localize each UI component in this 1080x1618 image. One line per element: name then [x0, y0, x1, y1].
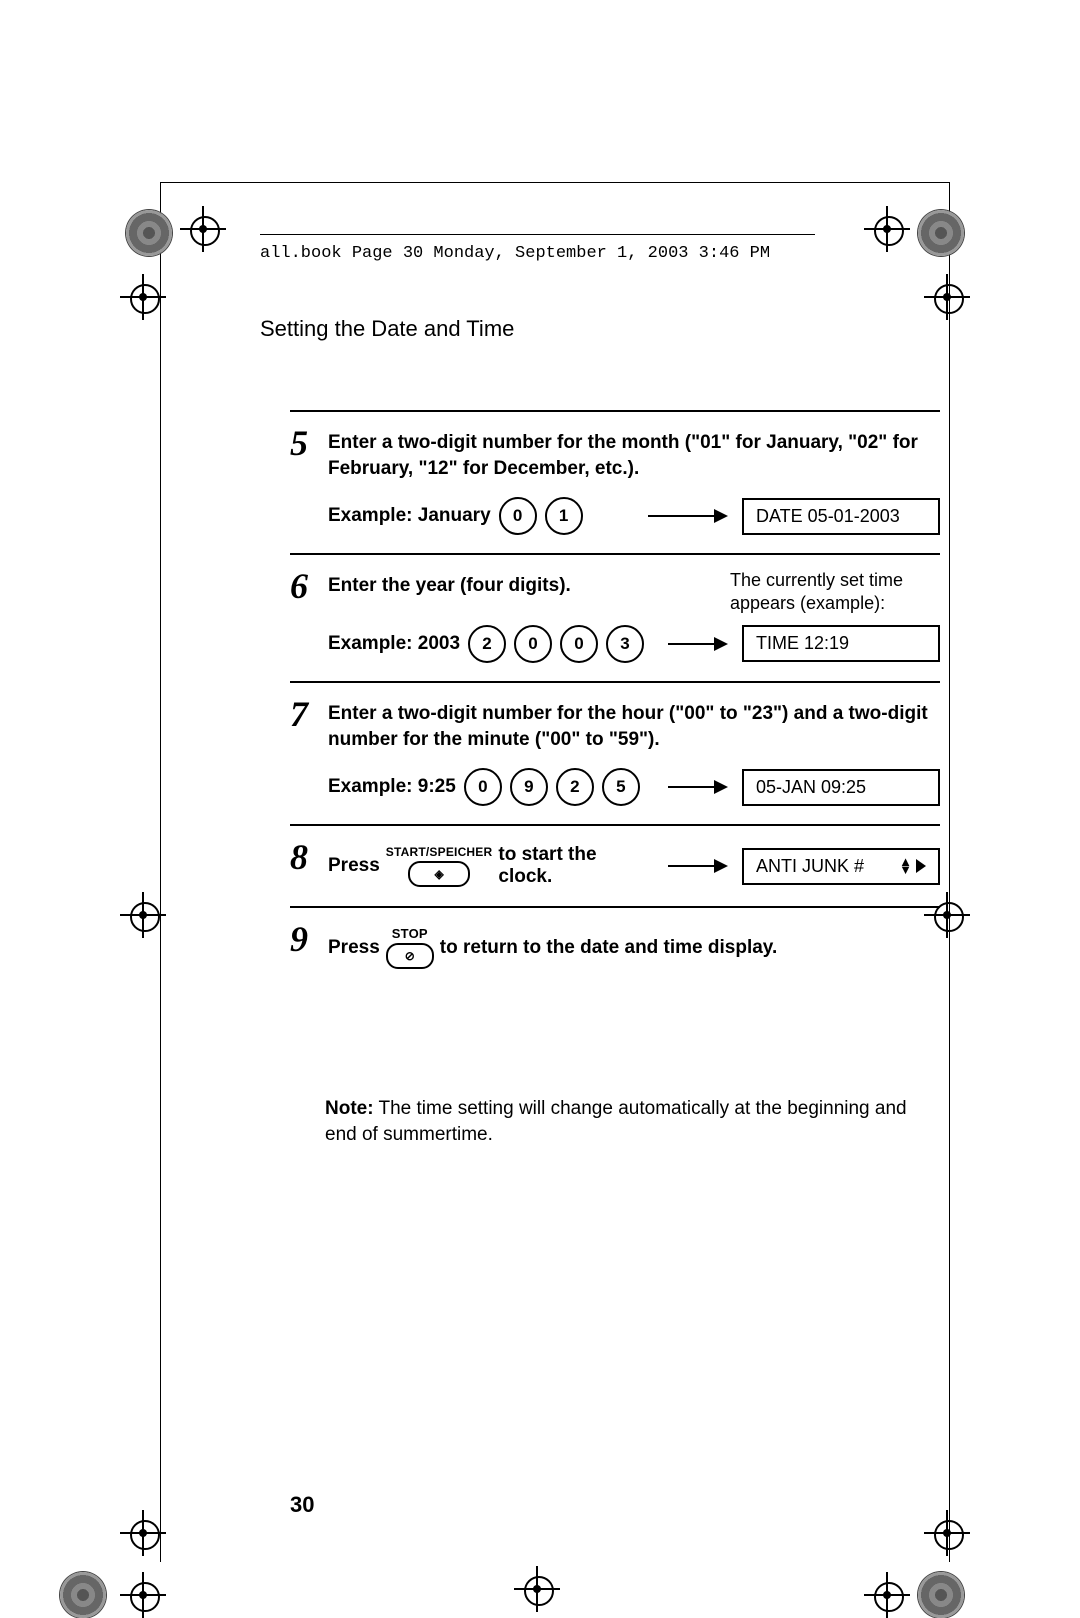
- step-number: 8: [290, 836, 308, 878]
- header-rule: [260, 234, 815, 235]
- keypad-key: 5: [602, 768, 640, 806]
- crop-line-top: [160, 182, 950, 183]
- registration-mark-icon: [126, 1578, 160, 1612]
- registration-mark-icon: [870, 212, 904, 246]
- press-disc-icon: [126, 210, 172, 256]
- start-store-button-icon: START/SPEICHER ◈: [386, 845, 493, 887]
- example-label: Example: 2003: [328, 633, 460, 655]
- arrow-right-icon: [648, 509, 728, 523]
- step-number: 5: [290, 422, 308, 464]
- press-disc-icon: [60, 1572, 106, 1618]
- registration-mark-icon: [870, 1578, 904, 1612]
- keypad-key: 2: [556, 768, 594, 806]
- step-number: 9: [290, 918, 308, 960]
- note-prefix: Note:: [325, 1098, 374, 1119]
- oval-button-icon: ⊘: [386, 943, 434, 969]
- lcd-display: 05-JAN 09:25: [742, 769, 940, 806]
- step-number: 7: [290, 693, 308, 735]
- step-6: 6 Enter the year (four digits). The curr…: [290, 555, 940, 683]
- crop-header-text: all.book Page 30 Monday, September 1, 20…: [260, 244, 770, 263]
- example-label: Example: January: [328, 505, 491, 527]
- arrow-right-icon: [668, 859, 728, 873]
- crop-line-left: [160, 182, 161, 1562]
- scroll-arrows-icon: ▲▼: [899, 858, 912, 874]
- arrow-right-icon: [668, 637, 728, 651]
- step-instruction: Enter a two-digit number for the hour ("…: [328, 701, 940, 752]
- keypad-key: 3: [606, 625, 644, 663]
- step-number: 6: [290, 565, 308, 607]
- registration-mark-icon: [520, 1572, 554, 1606]
- step-instruction: Enter a two-digit number for the month (…: [328, 430, 940, 481]
- keypad-key: 2: [468, 625, 506, 663]
- registration-mark-icon: [930, 1516, 964, 1550]
- registration-mark-icon: [126, 898, 160, 932]
- side-note-line: appears (example):: [730, 593, 885, 613]
- arrow-right-icon: [668, 780, 728, 794]
- press-disc-icon: [918, 210, 964, 256]
- lcd-display: DATE 05-01-2003: [742, 498, 940, 535]
- crop-line-right: [949, 182, 950, 1562]
- manual-page: all.book Page 30 Monday, September 1, 20…: [0, 0, 1080, 1528]
- registration-mark-icon: [126, 280, 160, 314]
- section-title: Setting the Date and Time: [260, 316, 514, 342]
- keypad-key: 0: [499, 497, 537, 535]
- keypad-key: 0: [560, 625, 598, 663]
- registration-mark-icon: [186, 212, 220, 246]
- step-instruction: Enter the year (four digits).: [328, 573, 628, 599]
- example-label: Example: 9:25: [328, 776, 456, 798]
- press-label: Press: [328, 937, 380, 959]
- press-suffix: to start the clock.: [498, 844, 654, 888]
- side-note: The currently set time appears (example)…: [730, 569, 903, 614]
- registration-mark-icon: [930, 280, 964, 314]
- button-caption: START/SPEICHER: [386, 845, 493, 859]
- steps-list: 5 Enter a two-digit number for the month…: [290, 410, 940, 987]
- keypad-key: 0: [464, 768, 502, 806]
- triangle-right-icon: [916, 859, 926, 873]
- press-suffix: to return to the date and time display.: [440, 937, 777, 959]
- lcd-text: ANTI JUNK #: [756, 856, 864, 877]
- step-9: 9 Press STOP ⊘ to return to the date and…: [290, 908, 940, 987]
- lcd-display: TIME 12:19: [742, 625, 940, 662]
- oval-button-icon: ◈: [408, 861, 470, 887]
- step-7: 7 Enter a two-digit number for the hour …: [290, 683, 940, 826]
- keypad-key: 1: [545, 497, 583, 535]
- button-caption: STOP: [392, 926, 428, 941]
- keypad-key: 0: [514, 625, 552, 663]
- step-5: 5 Enter a two-digit number for the month…: [290, 412, 940, 555]
- keypad-key: 9: [510, 768, 548, 806]
- stop-button-icon: STOP ⊘: [386, 926, 434, 969]
- footnote: Note: The time setting will change autom…: [325, 1096, 940, 1147]
- registration-mark-icon: [126, 1516, 160, 1550]
- side-note-line: The currently set time: [730, 570, 903, 590]
- press-label: Press: [328, 855, 380, 877]
- page-number: 30: [290, 1492, 314, 1518]
- step-8: 8 Press START/SPEICHER ◈ to start the cl…: [290, 826, 940, 908]
- note-text: The time setting will change automatical…: [325, 1098, 907, 1145]
- lcd-display: ANTI JUNK # ▲▼: [742, 848, 940, 885]
- press-disc-icon: [918, 1572, 964, 1618]
